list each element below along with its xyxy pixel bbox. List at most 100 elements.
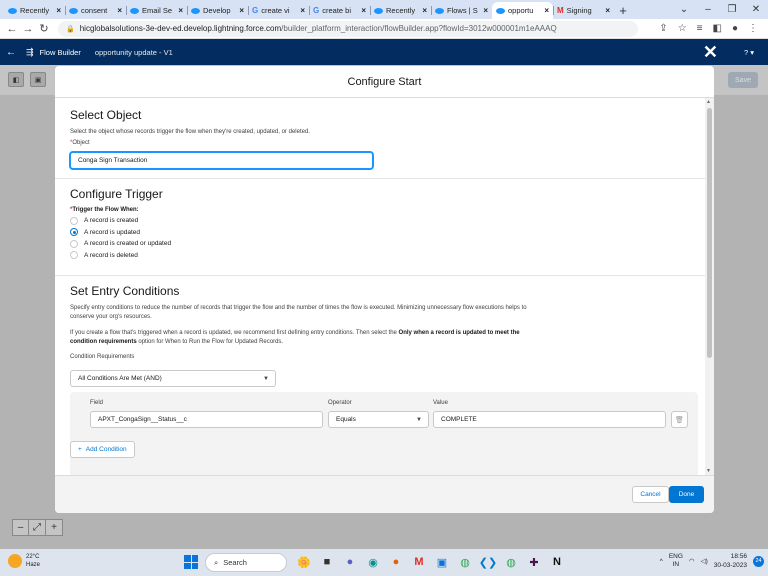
vscode-icon[interactable]: ❮❯ <box>479 553 497 571</box>
flow-name: opportunity update - V1 <box>94 47 173 57</box>
chrome-icon[interactable]: ◍ <box>457 553 473 571</box>
zoom-controls: – ⤢ + <box>12 519 63 536</box>
notification-badge[interactable]: 24 <box>753 555 764 567</box>
minimize-icon[interactable]: – <box>696 0 720 19</box>
browser-tab[interactable]: Recently × <box>370 2 431 19</box>
taskbar-search[interactable]: ⌕ Search <box>205 553 287 572</box>
modal-close-button[interactable]: ✕ <box>703 43 718 61</box>
toolbar-left-buttons: ◧ ▣ <box>8 72 46 87</box>
browser-tab-active[interactable]: opportu × <box>492 2 553 19</box>
radio-record-updated[interactable]: A record is updated <box>70 227 698 239</box>
back-arrow-icon[interactable]: ← <box>0 47 22 58</box>
close-icon[interactable]: × <box>239 6 244 15</box>
profile-icon[interactable]: ● <box>732 23 738 34</box>
scrollbar-thumb[interactable] <box>707 108 712 358</box>
browser-tab[interactable]: M Signing × <box>553 2 614 19</box>
close-icon[interactable]: × <box>483 6 488 15</box>
flow-icon: ⇶ <box>26 46 34 57</box>
radio-record-created[interactable]: A record is created <box>70 215 698 227</box>
help-menu[interactable]: ? ▾ <box>744 48 754 57</box>
zoom-out-icon[interactable]: – <box>12 519 29 536</box>
radio-button[interactable] <box>70 216 78 225</box>
close-icon[interactable]: × <box>178 6 183 15</box>
done-button[interactable]: Done <box>669 486 704 503</box>
mail-app-icon[interactable]: ▣ <box>434 553 450 571</box>
radio-record-deleted[interactable]: A record is deleted <box>70 250 698 262</box>
zoom-in-icon[interactable]: + <box>46 519 63 536</box>
close-icon[interactable]: × <box>300 6 305 15</box>
slack-icon[interactable]: ✚ <box>526 553 542 571</box>
temperature: 22°C <box>26 554 40 560</box>
close-icon[interactable]: × <box>422 6 427 15</box>
browser-tab[interactable]: Gcreate bi × <box>309 2 370 19</box>
select-object-heading: Select Object <box>70 108 142 122</box>
side-panel-icon[interactable]: ◧ <box>713 23 722 34</box>
new-tab-button[interactable]: + <box>614 2 632 19</box>
configure-trigger-heading: Configure Trigger <box>70 187 163 201</box>
weather-widget[interactable]: 22°C Haze <box>8 553 40 569</box>
browser-menu-icon[interactable]: ⋮ <box>748 23 758 34</box>
browser-tab[interactable]: Gcreate vi × <box>248 2 309 19</box>
language-indicator[interactable]: ENG IN <box>669 553 683 569</box>
edge-icon[interactable]: ◉ <box>365 553 381 571</box>
clock[interactable]: 18:56 30-03-2023 <box>714 552 747 570</box>
salesforce-cloud-icon <box>130 7 139 14</box>
radio-record-created-or-updated[interactable]: A record is created or updated <box>70 238 698 250</box>
select-icon[interactable]: ▣ <box>30 72 46 87</box>
close-window-icon[interactable]: ✕ <box>744 0 768 19</box>
condition-operator-select[interactable]: Equals ▼ <box>328 411 429 428</box>
url-input[interactable]: 🔒 hicglobalsolutions-3e-dev-ed.develop.l… <box>58 20 638 37</box>
browser-tab[interactable]: Flows | S × <box>431 2 492 19</box>
share-icon[interactable]: ⇪ <box>659 23 667 34</box>
reading-list-icon[interactable]: ≡ <box>697 23 703 34</box>
radio-button[interactable] <box>70 251 78 260</box>
teams-chat-icon[interactable]: ● <box>342 553 358 571</box>
forward-arrow-icon[interactable]: → <box>20 23 36 35</box>
add-condition-button[interactable]: + Add Condition <box>70 441 135 458</box>
value-column-header: Value <box>433 400 448 406</box>
tab-search-icon[interactable]: ⌄ <box>672 0 696 19</box>
restore-icon[interactable]: ❐ <box>720 0 744 19</box>
google-g-icon: G <box>313 6 320 15</box>
file-explorer-icon[interactable]: ■ <box>319 553 335 571</box>
delete-condition-button[interactable]: 🗑 <box>671 411 688 428</box>
toggle-panel-icon[interactable]: ◧ <box>8 72 24 87</box>
radio-button[interactable] <box>70 239 78 248</box>
salesforce-cloud-icon <box>191 7 200 14</box>
chrome-profile-icon[interactable]: ◍ <box>503 553 519 571</box>
bookmark-star-icon[interactable]: ☆ <box>678 23 687 34</box>
fit-view-icon[interactable]: ⤢ <box>29 519 46 536</box>
modal-scrollbar[interactable]: ▲ ▼ <box>705 98 714 475</box>
chevron-up-icon[interactable]: ^ <box>660 558 663 565</box>
widgets-icon[interactable]: 🌼 <box>296 553 312 571</box>
back-arrow-icon[interactable]: ← <box>4 23 20 35</box>
condition-field-input[interactable]: APXT_CongaSign__Status__c <box>90 411 323 428</box>
browser-tab[interactable]: consent × <box>65 2 126 19</box>
browser-tab[interactable]: Develop × <box>187 2 248 19</box>
condition-requirements-select[interactable]: All Conditions Are Met (AND) ▼ <box>70 370 276 387</box>
browser-tab[interactable]: Email Se × <box>126 2 187 19</box>
gmail-icon[interactable]: M <box>411 553 427 571</box>
scroll-up-icon[interactable]: ▲ <box>706 99 711 105</box>
radio-button-selected[interactable] <box>70 228 78 237</box>
close-icon[interactable]: × <box>117 6 122 15</box>
close-icon[interactable]: × <box>361 6 366 15</box>
close-icon[interactable]: × <box>605 6 610 15</box>
object-input[interactable]: Conga Sign Transaction <box>70 152 373 169</box>
speaker-icon[interactable]: ◁) <box>701 557 708 565</box>
browser-tab[interactable]: Recently × <box>4 2 65 19</box>
windows-start-icon[interactable] <box>184 555 198 569</box>
firefox-icon[interactable]: ● <box>388 553 404 571</box>
scroll-down-icon[interactable]: ▼ <box>706 468 711 474</box>
wifi-icon[interactable]: ◠ <box>689 557 695 565</box>
reload-icon[interactable]: ↻ <box>36 22 52 35</box>
save-button[interactable]: Save <box>728 72 758 88</box>
cancel-button[interactable]: Cancel <box>632 486 669 503</box>
notion-icon[interactable]: N <box>549 553 565 571</box>
chevron-down-icon: ▼ <box>263 375 269 382</box>
close-icon[interactable]: × <box>544 6 549 15</box>
trigger-radio-group: A record is created A record is updated … <box>70 215 698 261</box>
condition-value-input[interactable]: COMPLETE <box>433 411 666 428</box>
modal-body: Select Object Select the object whose re… <box>55 98 714 475</box>
close-icon[interactable]: × <box>56 6 61 15</box>
